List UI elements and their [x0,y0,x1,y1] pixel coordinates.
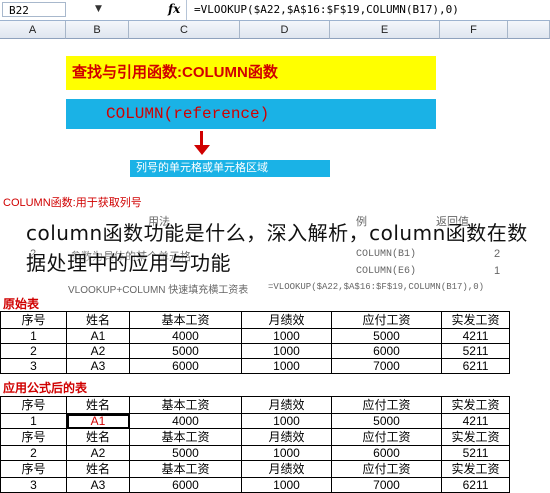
divider [186,0,187,20]
syntax-banner: COLUMN(reference) [66,99,436,129]
column-header-e[interactable]: E [330,21,440,39]
table-cell[interactable]: 6000 [129,358,242,374]
table-cell[interactable]: 5000 [331,328,442,344]
header-cell[interactable]: 月绩效 [241,428,332,446]
parameter-description: 列号的单元格或单元格区域 [130,160,330,177]
original-table-label: 原始表 [3,297,40,311]
header-cell[interactable]: 应付工资 [331,428,442,446]
formula-table: 序号 姓名 基本工资 月绩效 应付工资 实发工资 1 A1 4000 1000 … [0,396,510,493]
table-cell[interactable]: 6000 [331,343,442,359]
table-row: 2 A2 5000 1000 6000 5211 [0,445,510,461]
header-cell[interactable]: 基本工资 [129,396,242,414]
table-cell[interactable]: 7000 [331,358,442,374]
table-row: 2 A2 5000 1000 6000 5211 [0,343,510,359]
table-header-row: 序号 姓名 基本工资 月绩效 应付工资 实发工资 [0,428,510,446]
table-cell[interactable]: 1000 [241,328,332,344]
header-cell[interactable]: 基本工资 [129,311,242,329]
table-cell[interactable]: A3 [66,477,130,493]
header-cell[interactable]: 姓名 [66,460,130,478]
table-cell[interactable]: 2 [0,343,67,359]
table-cell[interactable]: A1 [66,328,130,344]
header-cell[interactable]: 基本工资 [129,460,242,478]
column-header-d[interactable]: D [240,21,330,39]
column-header-g[interactable] [508,21,550,39]
table-cell[interactable]: 4000 [129,413,242,429]
header-cell[interactable]: 序号 [0,460,67,478]
header-cell[interactable]: 应付工资 [331,311,442,329]
table-cell[interactable]: 3 [0,358,67,374]
header-cell[interactable]: 应付工资 [331,460,442,478]
header-cell[interactable]: 姓名 [66,396,130,414]
header-cell[interactable]: 序号 [0,428,67,446]
function-icon[interactable]: fx [168,2,180,16]
arrow-head-icon [194,145,210,155]
table-row: 3 A3 6000 1000 7000 6211 [0,358,510,374]
header-cell[interactable]: 实发工资 [441,428,510,446]
table-row: 1 A1 4000 1000 5000 4211 [0,328,510,344]
selected-cell[interactable]: A1 [66,413,130,429]
header-cell[interactable]: 月绩效 [241,460,332,478]
table-cell[interactable]: 1000 [241,343,332,359]
spreadsheet: B22 ▼ fx =VLOOKUP($A22,$A$16:$F$19,COLUM… [0,0,550,493]
table-header-row: 序号 姓名 基本工资 月绩效 应付工资 实发工资 [0,460,510,478]
table-cell[interactable]: 6000 [129,477,242,493]
header-cell[interactable]: 实发工资 [441,311,510,329]
header-cell[interactable]: 月绩效 [241,396,332,414]
table-cell[interactable]: 5211 [441,343,510,359]
header-cell[interactable]: 姓名 [66,428,130,446]
table-header-row: 序号 姓名 基本工资 月绩效 应付工资 实发工资 [0,396,510,414]
table-row: 3 A3 6000 1000 7000 6211 [0,477,510,493]
table-cell[interactable]: 1 [0,328,67,344]
header-cell[interactable]: 序号 [0,311,67,329]
table-cell[interactable]: A3 [66,358,130,374]
column-header-c[interactable]: C [129,21,240,39]
table-cell[interactable]: 1000 [241,477,332,493]
table-cell[interactable]: 6211 [441,477,510,493]
column-header-b[interactable]: B [66,21,129,39]
formula-input[interactable]: =VLOOKUP($A22,$A$16:$F$19,COLUMN(B17),0) [194,3,459,16]
usage-section-label: COLUMN函数:用于获取列号 [3,197,142,209]
table-cell[interactable]: 1000 [241,445,332,461]
table-cell[interactable]: 2 [0,445,67,461]
formula-table-label: 应用公式后的表 [3,381,88,395]
table-cell[interactable]: 3 [0,477,67,493]
table-cell[interactable]: 5211 [441,445,510,461]
original-table: 序号 姓名 基本工资 月绩效 应付工资 实发工资 1 A1 4000 1000 … [0,311,510,374]
table-cell[interactable]: 4000 [129,328,242,344]
table-header-row: 序号 姓名 基本工资 月绩效 应付工资 实发工资 [0,311,510,329]
table-cell[interactable]: 1 [0,413,67,429]
table-cell[interactable]: 6211 [441,358,510,374]
table-cell[interactable]: 4211 [441,413,510,429]
header-cell[interactable]: 应付工资 [331,396,442,414]
table-cell[interactable]: A2 [66,343,130,359]
table-cell[interactable]: 4211 [441,328,510,344]
overlay-caption: column函数功能是什么，深入解析，column函数在数据处理中的应用与功能 [26,221,528,275]
usage-row-desc: VLOOKUP+COLUMN 快速填充横工资表 [68,285,249,296]
header-cell[interactable]: 基本工资 [129,428,242,446]
table-cell[interactable]: 5000 [129,445,242,461]
table-cell[interactable]: 5000 [129,343,242,359]
table-cell[interactable]: 6000 [331,445,442,461]
header-cell[interactable]: 实发工资 [441,460,510,478]
name-box[interactable]: B22 [2,2,66,17]
header-cell[interactable]: 序号 [0,396,67,414]
table-cell[interactable]: 1000 [241,413,332,429]
table-cell[interactable]: 7000 [331,477,442,493]
page-title: 查找与引用函数:COLUMN函数 [66,56,436,90]
header-cell[interactable]: 月绩效 [241,311,332,329]
chevron-down-icon[interactable]: ▼ [95,4,102,14]
table-row: 1 A1 4000 1000 5000 4211 [0,413,510,429]
header-cell[interactable]: 姓名 [66,311,130,329]
formula-bar: B22 ▼ fx =VLOOKUP($A22,$A$16:$F$19,COLUM… [0,0,550,21]
table-cell[interactable]: 5000 [331,413,442,429]
table-cell[interactable]: A2 [66,445,130,461]
usage-row-example: =VLOOKUP($A22,$A$16:$F$19,COLUMN(B17),0) [268,282,485,292]
column-header-a[interactable]: A [0,21,66,39]
header-cell[interactable]: 实发工资 [441,396,510,414]
column-header-f[interactable]: F [440,21,508,39]
table-cell[interactable]: 1000 [241,358,332,374]
